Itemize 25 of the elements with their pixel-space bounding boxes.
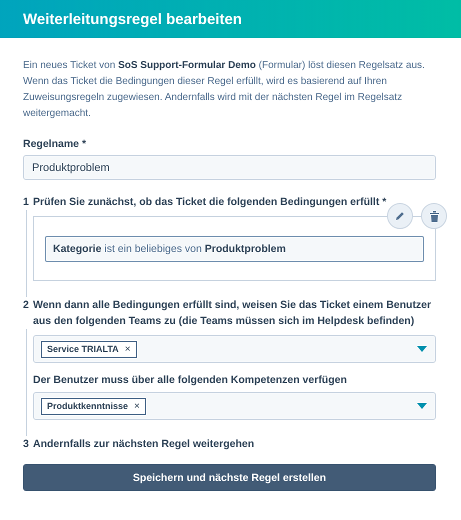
pencil-icon [395, 211, 405, 221]
edit-button[interactable] [387, 203, 413, 229]
save-next-button[interactable]: Speichern und nächste Regel erstellen [23, 464, 436, 491]
condition-field[interactable]: Kategorie ist ein beliebiges von Produktproblem [45, 236, 424, 262]
remove-tag-button[interactable]: × [134, 400, 140, 412]
rule-name-field[interactable]: Produktproblem [23, 155, 436, 180]
trash-icon [430, 210, 438, 222]
tag[interactable]: Service TRIALTA × [41, 340, 137, 358]
field-label: Regelname * [23, 138, 88, 150]
remove-tag-button[interactable]: × [124, 344, 131, 354]
step-number: 1 [23, 195, 30, 210]
caret-icon[interactable] [417, 346, 427, 352]
tag[interactable]: Produktkenntnisse × [41, 398, 146, 414]
step-text: Andernfalls zur nächsten Regel weitergehen [33, 437, 256, 452]
step-number: 2 [23, 298, 30, 313]
caret-icon[interactable] [417, 403, 427, 409]
delete-button[interactable] [421, 203, 447, 229]
skills-label: Der Benutzer muss über alle folgenden Kompetenzen verfügen [33, 373, 348, 388]
team-select[interactable]: Service TRIALTA × [33, 335, 436, 363]
dialog-title: Weiterleitungsregel bearbeiten [23, 10, 242, 28]
step-text: Prüfen Sie zunächst, ob das Ticket die folgenden Bedingungen erfüllt * [33, 195, 388, 210]
intro-text: Ein neues Ticket von SoS Support-Formular Demo (Formular) löst diesen Regelsatz aus. Wenn das Ticket die Bedingungen dieser Regel erfüllt, wird es basierend auf Ihren Zuweisungsregeln zugewiesen. Andernfalls wird mit der nächsten Regel im Regelsatz weitergemacht. [23, 59, 426, 121]
step-number: 3 [23, 437, 30, 452]
step-text: Wenn dann alle Bedingungen erfüllt sind, weisen Sie das Ticket einem Benutzer aus den folgenden Teams zu (die Teams müssen sich im Helpdesk befinden) [33, 298, 432, 329]
skills-select[interactable]: Produktkenntnisse × [33, 392, 436, 420]
